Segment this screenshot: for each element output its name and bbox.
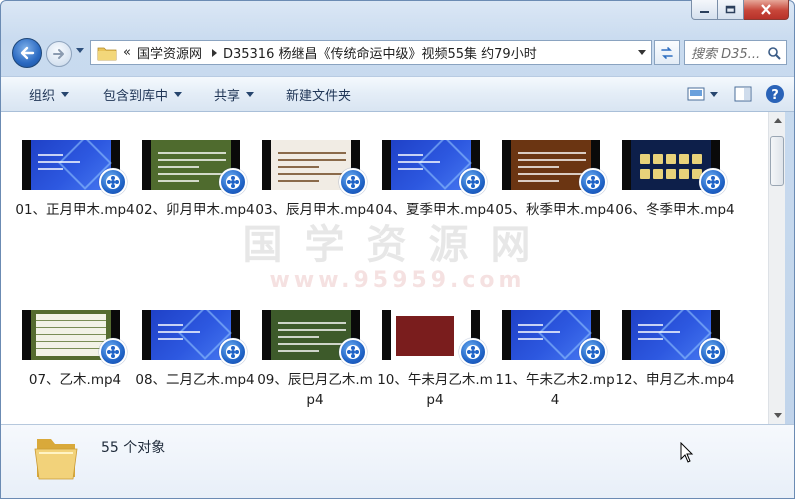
file-name: 01、正月甲木.mp4 bbox=[15, 202, 135, 218]
file-item[interactable]: 03、辰月甲木.mp4 bbox=[255, 138, 375, 308]
chevron-down-icon bbox=[174, 91, 183, 97]
command-bar: 组织 包含到库中 共享 新建文件夹 ? bbox=[1, 76, 794, 112]
recent-pages-dropdown[interactable] bbox=[76, 48, 84, 53]
include-in-library-label: 包含到库中 bbox=[103, 88, 169, 104]
share-menu[interactable]: 共享 bbox=[206, 82, 262, 106]
chevron-down-icon bbox=[246, 91, 255, 97]
svg-text:?: ? bbox=[771, 88, 779, 103]
scroll-down-button[interactable] bbox=[769, 407, 786, 424]
vertical-scrollbar[interactable] bbox=[768, 112, 785, 424]
close-icon bbox=[761, 4, 771, 15]
file-item[interactable]: 09、辰巳月乙木.mp4 bbox=[255, 308, 375, 424]
chevron-down-icon bbox=[773, 413, 782, 418]
refresh-icon bbox=[661, 46, 673, 59]
file-name: 09、辰巳月乙木.mp4 bbox=[257, 372, 373, 408]
folder-icon bbox=[97, 47, 117, 60]
file-item[interactable]: 06、冬季甲木.mp4 bbox=[615, 138, 735, 308]
help-button[interactable]: ? bbox=[764, 83, 786, 105]
file-grid: 01、正月甲木.mp4 02、卯月甲木.mp4 03、辰月甲木.mp4 04、夏季甲木… bbox=[15, 138, 735, 424]
item-count: 55 个对象 bbox=[101, 440, 166, 456]
video-player-icon bbox=[99, 338, 127, 366]
back-button[interactable] bbox=[12, 38, 42, 68]
file-name: 05、秋季甲木.mp4 bbox=[495, 202, 615, 218]
file-name: 08、二月乙木.mp4 bbox=[135, 372, 255, 388]
folder-large-icon bbox=[34, 439, 78, 480]
chevron-up-icon bbox=[773, 118, 782, 123]
video-player-icon bbox=[459, 338, 487, 366]
new-folder-label: 新建文件夹 bbox=[286, 88, 352, 104]
organize-label: 组织 bbox=[29, 88, 56, 104]
file-item[interactable]: 07、乙木.mp4 bbox=[15, 308, 135, 424]
command-bar-right: ? bbox=[683, 82, 786, 106]
file-item[interactable]: 05、秋季甲木.mp4 bbox=[495, 138, 615, 308]
refresh-button[interactable] bbox=[654, 40, 680, 65]
file-name: 07、乙木.mp4 bbox=[28, 372, 122, 388]
video-player-icon bbox=[579, 338, 607, 366]
help-icon: ? bbox=[766, 85, 784, 103]
file-name: 12、申月乙木.mp4 bbox=[615, 372, 735, 388]
back-arrow-icon bbox=[20, 46, 35, 60]
breadcrumb-current-folder[interactable]: D35316 杨继昌《传统命运中级》视频55集 约79小时 bbox=[223, 43, 537, 62]
search-input[interactable]: 搜索 D35... bbox=[691, 43, 762, 62]
file-name: 03、辰月甲木.mp4 bbox=[255, 202, 375, 218]
organize-menu[interactable]: 组织 bbox=[21, 82, 77, 106]
file-name: 02、卯月甲木.mp4 bbox=[135, 202, 255, 218]
breadcrumb-separator[interactable] bbox=[211, 48, 217, 57]
video-player-icon bbox=[699, 168, 727, 196]
video-player-icon bbox=[99, 168, 127, 196]
maximize-button[interactable] bbox=[718, 0, 744, 20]
chevron-down-icon bbox=[61, 91, 70, 97]
address-history-dropdown[interactable] bbox=[633, 41, 651, 64]
video-player-icon bbox=[339, 168, 367, 196]
search-box[interactable]: 搜索 D35... bbox=[684, 40, 787, 65]
breadcrumb-site[interactable]: 国学资源网 bbox=[137, 43, 202, 62]
forward-arrow-icon bbox=[53, 49, 64, 59]
video-player-icon bbox=[339, 338, 367, 366]
mouse-cursor-icon bbox=[680, 442, 694, 463]
preview-pane-button[interactable] bbox=[732, 83, 754, 105]
share-label: 共享 bbox=[214, 88, 241, 104]
file-name: 04、夏季甲木.mp4 bbox=[375, 202, 495, 218]
breadcrumb-overflow[interactable]: « bbox=[123, 45, 131, 60]
view-options-button[interactable] bbox=[683, 82, 722, 106]
navigation-bar: « 国学资源网 D35316 杨继昌《传统命运中级》视频55集 约79小时 搜索… bbox=[8, 38, 787, 68]
forward-button[interactable] bbox=[46, 41, 72, 67]
file-name: 06、冬季甲木.mp4 bbox=[615, 202, 735, 218]
video-player-icon bbox=[699, 338, 727, 366]
video-player-icon bbox=[219, 338, 247, 366]
file-item[interactable]: 11、午未乙木2.mp4 bbox=[495, 308, 615, 424]
view-options-icon bbox=[687, 87, 705, 101]
video-player-icon bbox=[219, 168, 247, 196]
file-item[interactable]: 02、卯月甲木.mp4 bbox=[135, 138, 255, 308]
file-item[interactable]: 10、午未月乙木.mp4 bbox=[375, 308, 495, 424]
address-bar[interactable]: « 国学资源网 D35316 杨继昌《传统命运中级》视频55集 约79小时 bbox=[90, 40, 652, 65]
close-button[interactable] bbox=[744, 0, 789, 20]
maximize-icon bbox=[725, 5, 736, 14]
video-player-icon bbox=[459, 168, 487, 196]
details-pane: 55 个对象 bbox=[1, 424, 794, 498]
search-icon[interactable] bbox=[762, 46, 786, 60]
caption-buttons bbox=[691, 0, 789, 20]
file-item[interactable]: 04、夏季甲木.mp4 bbox=[375, 138, 495, 308]
new-folder-button[interactable]: 新建文件夹 bbox=[278, 82, 359, 106]
include-in-library-menu[interactable]: 包含到库中 bbox=[95, 82, 190, 106]
preview-pane-icon bbox=[734, 86, 752, 102]
file-list-pane[interactable]: 01、正月甲木.mp4 02、卯月甲木.mp4 03、辰月甲木.mp4 04、夏季甲木… bbox=[1, 112, 768, 424]
file-name: 10、午未月乙木.mp4 bbox=[377, 372, 493, 408]
file-item[interactable]: 01、正月甲木.mp4 bbox=[15, 138, 135, 308]
minimize-button[interactable] bbox=[691, 0, 718, 20]
scroll-up-button[interactable] bbox=[769, 112, 786, 129]
video-player-icon bbox=[579, 168, 607, 196]
file-item[interactable]: 08、二月乙木.mp4 bbox=[135, 308, 255, 424]
chevron-down-icon bbox=[638, 50, 646, 55]
file-item[interactable]: 12、申月乙木.mp4 bbox=[615, 308, 735, 424]
minimize-icon bbox=[700, 11, 709, 13]
file-name: 11、午未乙木2.mp4 bbox=[495, 372, 615, 408]
chevron-down-icon bbox=[710, 91, 718, 97]
scroll-thumb[interactable] bbox=[770, 136, 784, 186]
